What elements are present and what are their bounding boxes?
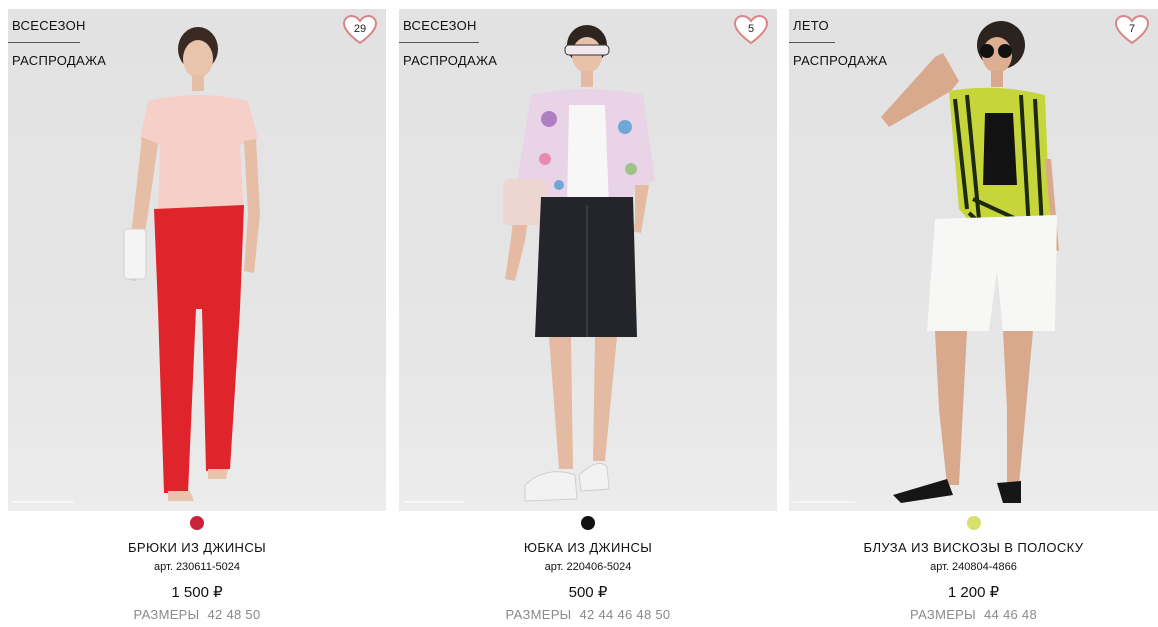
sale-tag: РАСПРОДАЖА xyxy=(793,52,888,68)
product-sizes: РАЗМЕРЫ 42 44 46 48 50 xyxy=(399,607,777,622)
product-article: арт. 240804-4866 xyxy=(930,561,1017,573)
model-photo-blouse xyxy=(881,21,1059,503)
product-price: 1 500 ₽ xyxy=(171,584,223,601)
favorite-count: 7 xyxy=(1128,23,1136,35)
product-price: 500 ₽ xyxy=(568,584,608,601)
color-swatch[interactable] xyxy=(966,516,981,530)
product-name[interactable]: БРЮКИ ИЗ ДЖИНСЫ xyxy=(8,540,386,555)
season-tag: ВСЕСЕЗОН xyxy=(8,9,85,43)
color-swatch[interactable] xyxy=(581,516,595,530)
sale-tag: РАСПРОДАЖА xyxy=(403,52,498,68)
favorite-button[interactable]: 5 xyxy=(733,14,769,46)
image-scrollbar[interactable] xyxy=(12,501,74,503)
product-card[interactable]: ВСЕСЕЗОН РАСПРОДАЖА 29 БРЮКИ ИЗ ДЖИНСЫ а… xyxy=(8,9,386,622)
product-photo[interactable]: ВСЕСЕЗОН РАСПРОДАЖА 29 xyxy=(8,9,386,511)
product-name[interactable]: ЮБКА ИЗ ДЖИНСЫ xyxy=(399,540,777,555)
model-photo-skirt xyxy=(503,25,655,502)
season-tag: ВСЕСЕЗОН xyxy=(399,9,479,43)
product-article: арт. 230611-5024 xyxy=(154,561,240,573)
sizes-list: 44 46 48 xyxy=(983,607,1037,622)
image-scrollbar[interactable] xyxy=(793,501,855,503)
season-tag: ЛЕТО xyxy=(789,9,835,43)
sizes-label: РАЗМЕРЫ xyxy=(133,607,200,622)
product-card[interactable]: ЛЕТО РАСПРОДАЖА 7 БЛУЗА ИЗ ВИСКОЗЫ В ПОЛ… xyxy=(789,9,1158,622)
product-grid: ВСЕСЕЗОН РАСПРОДАЖА 29 БРЮКИ ИЗ ДЖИНСЫ а… xyxy=(0,0,1158,627)
sizes-label: РАЗМЕРЫ xyxy=(910,607,976,622)
product-price: 1 200 ₽ xyxy=(947,584,1000,601)
sizes-label: РАЗМЕРЫ xyxy=(505,607,572,622)
image-scrollbar[interactable] xyxy=(403,501,465,503)
sizes-list: 42 48 50 xyxy=(207,607,261,622)
product-info: БРЮКИ ИЗ ДЖИНСЫ арт. 230611-5024 1 500 ₽… xyxy=(8,516,386,622)
model-photo-pants xyxy=(123,27,260,501)
product-article: арт. 220406-5024 xyxy=(544,561,632,573)
product-name[interactable]: БЛУЗА ИЗ ВИСКОЗЫ В ПОЛОСКУ xyxy=(789,540,1158,555)
favorite-count: 29 xyxy=(353,23,367,35)
product-photo[interactable]: ЛЕТО РАСПРОДАЖА 7 xyxy=(789,9,1158,511)
favorite-button[interactable]: 7 xyxy=(1114,14,1150,46)
product-photo[interactable]: ВСЕСЕЗОН РАСПРОДАЖА 5 xyxy=(399,9,777,511)
sale-tag: РАСПРОДАЖА xyxy=(12,52,107,68)
product-sizes: РАЗМЕРЫ 42 48 50 xyxy=(8,607,386,622)
favorite-count: 5 xyxy=(747,23,755,35)
product-sizes: РАЗМЕРЫ 44 46 48 xyxy=(789,607,1158,622)
product-info: ЮБКА ИЗ ДЖИНСЫ арт. 220406-5024 500 ₽ РА… xyxy=(399,516,777,622)
color-swatch[interactable] xyxy=(190,516,204,530)
product-info: БЛУЗА ИЗ ВИСКОЗЫ В ПОЛОСКУ арт. 240804-4… xyxy=(789,516,1158,622)
sizes-list: 42 44 46 48 50 xyxy=(579,607,671,622)
favorite-button[interactable]: 29 xyxy=(342,14,378,46)
product-card[interactable]: ВСЕСЕЗОН РАСПРОДАЖА 5 ЮБКА ИЗ ДЖИНСЫ арт… xyxy=(399,9,777,622)
